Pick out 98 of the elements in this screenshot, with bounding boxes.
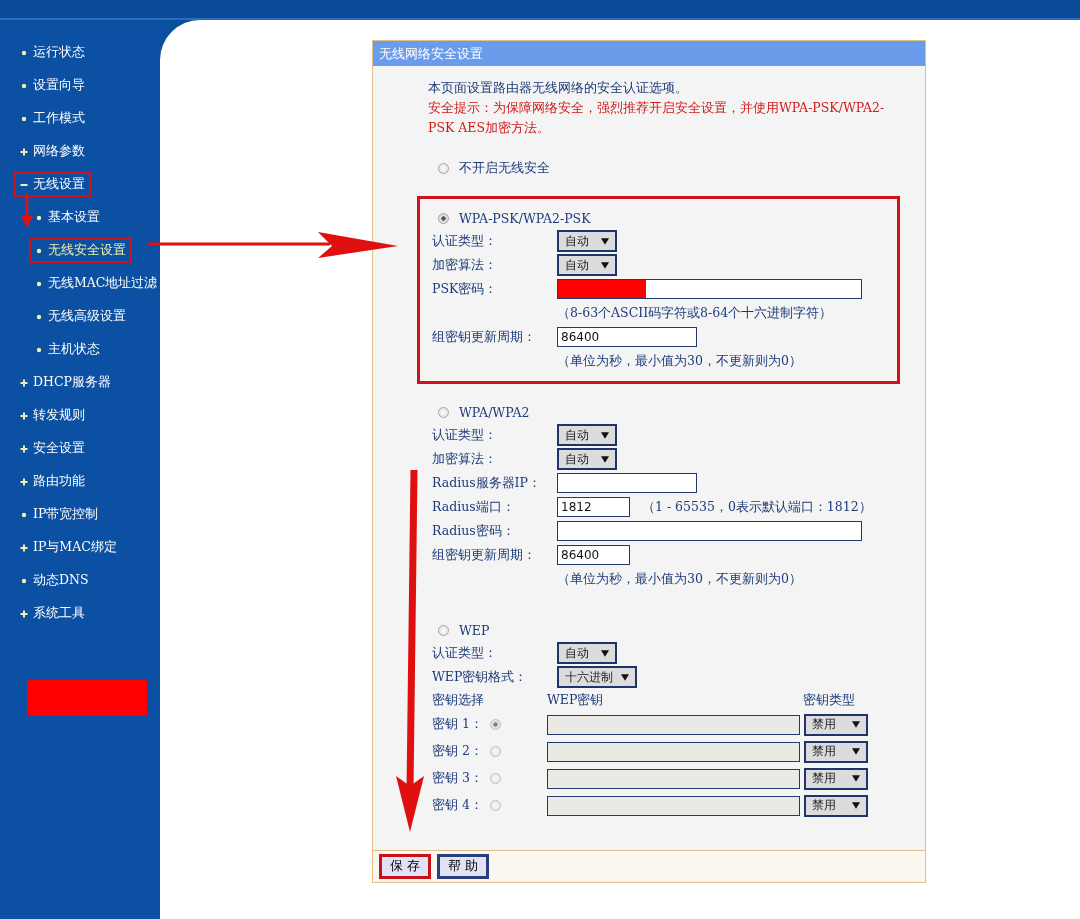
hint-text: （单位为秒，最小值为30，不更新则为0） (557, 352, 802, 370)
warning-text: 安全提示：为保障网络安全，强烈推荐开启安全设置，并使用WPA-PSK/WPA2-PSK AES加密方法。 (428, 99, 886, 137)
dropdown[interactable]: 十六进制 (557, 666, 637, 688)
radio-button[interactable] (438, 212, 449, 224)
bullet-icon (35, 345, 43, 354)
bullet-icon (20, 81, 28, 90)
input-field[interactable] (557, 521, 862, 541)
dropdown[interactable]: 自动 (557, 424, 617, 446)
option-label: WEP (459, 622, 490, 638)
input-field[interactable]: 86400 (557, 545, 630, 565)
field-label: Radius密码： (432, 522, 516, 540)
hint-text: （单位为秒，最小值为30，不更新则为0） (557, 570, 802, 588)
dropdown[interactable]: 自动 (557, 642, 617, 664)
bullet-icon (20, 510, 28, 519)
plus-icon (20, 147, 28, 156)
column-header: WEP密钥 (547, 691, 605, 709)
input-field[interactable] (557, 473, 697, 493)
caret-icon (852, 721, 860, 728)
plus-icon (20, 411, 28, 420)
bullet-icon (20, 48, 28, 57)
sidebar-item[interactable]: 无线设置 (14, 172, 91, 197)
caret-icon (852, 775, 860, 782)
caret-icon (601, 237, 609, 245)
plus-icon (20, 477, 28, 486)
plus-icon (20, 543, 28, 552)
hint-text: （8-63个ASCII码字符或8-64个十六进制字符） (557, 304, 833, 322)
option-label: WPA-PSK/WPA2-PSK (459, 210, 591, 226)
field-label: Radius端口： (432, 498, 516, 516)
sidebar-subitem[interactable]: 主机状态 (29, 337, 106, 362)
radio-button[interactable] (438, 162, 449, 174)
sidebar-item[interactable]: IP带宽控制 (14, 502, 105, 527)
sidebar-item[interactable]: 工作模式 (14, 106, 91, 131)
caret-icon (852, 748, 860, 755)
key-label: 密钥 2： (432, 743, 484, 760)
bullet-icon (35, 279, 43, 288)
field-label: Radius服务器IP： (432, 474, 542, 492)
field-label: 组密钥更新周期： (432, 328, 537, 346)
caret-icon (601, 431, 609, 439)
plus-icon (20, 444, 28, 453)
radio-button[interactable] (438, 406, 449, 418)
bullet-icon (35, 213, 43, 222)
input-field[interactable] (557, 279, 862, 299)
plus-icon (20, 378, 28, 387)
sidebar-subitem[interactable]: 无线安全设置 (29, 238, 132, 263)
option-label: WPA/WPA2 (459, 404, 530, 420)
caret-icon (601, 649, 609, 657)
dropdown[interactable]: 自动 (557, 448, 617, 470)
caret-icon (601, 261, 609, 269)
sidebar-item[interactable]: IP与MAC绑定 (14, 535, 123, 560)
input-field[interactable] (547, 795, 800, 816)
arrow (21, 194, 33, 228)
key-label: 密钥 3： (432, 770, 484, 787)
input-field[interactable]: 1812 (557, 497, 630, 517)
input-field[interactable]: 86400 (557, 327, 697, 347)
radio-button[interactable] (438, 624, 449, 636)
bullet-icon (20, 576, 28, 585)
key-label: 密钥 1： (432, 716, 484, 733)
key-label: 密钥 4： (432, 797, 484, 814)
dropdown[interactable]: 自动 (557, 254, 617, 276)
sidebar-item[interactable]: 运行状态 (14, 40, 91, 65)
sidebar-item[interactable]: 系统工具 (14, 601, 91, 626)
field-label: 认证类型： (432, 232, 498, 250)
sidebar-item[interactable]: 路由功能 (14, 469, 91, 494)
field-label: WEP密钥格式： (432, 668, 529, 686)
input-field[interactable] (547, 768, 800, 789)
sidebar-item[interactable]: 转发规则 (14, 403, 91, 428)
column-header: 密钥类型 (803, 691, 855, 709)
column-header: 密钥选择 (432, 691, 485, 709)
field-label: 加密算法： (432, 450, 498, 468)
field-label: 组密钥更新周期： (432, 546, 537, 564)
field-label: 认证类型： (432, 426, 498, 444)
sidebar-subitem[interactable]: 无线MAC地址过滤 (29, 271, 164, 296)
sidebar-subitem[interactable]: 基本设置 (29, 205, 106, 230)
sidebar-item[interactable]: 设置向导 (14, 73, 91, 98)
input-field[interactable] (547, 741, 800, 762)
bullet-icon (20, 114, 28, 123)
bullet-icon (35, 246, 43, 255)
sidebar-item[interactable]: 动态DNS (14, 568, 95, 593)
sidebar-item[interactable]: 安全设置 (14, 436, 91, 461)
field-label: PSK密码： (432, 280, 499, 298)
panel-title: 无线网络安全设置 (373, 41, 925, 66)
bullet-icon (35, 312, 43, 321)
caret-icon (621, 673, 629, 681)
sidebar-subitem[interactable]: 无线高级设置 (29, 304, 132, 329)
option-label: 不开启无线安全 (459, 159, 550, 177)
form-button[interactable]: 帮 助 (437, 854, 489, 879)
caret-icon (601, 455, 609, 463)
intro-text: 本页面设置路由器无线网络的安全认证选项。 (428, 79, 689, 97)
sidebar-item[interactable]: DHCP服务器 (14, 370, 117, 395)
field-label: 认证类型： (432, 644, 498, 662)
hint-text: （1 - 65535，0表示默认端口：1812） (642, 498, 872, 516)
caret-icon (852, 802, 860, 809)
form-button[interactable]: 保 存 (379, 854, 431, 879)
dropdown[interactable]: 自动 (557, 230, 617, 252)
plus-icon (20, 609, 28, 618)
input-field[interactable] (547, 714, 800, 735)
sidebar-item[interactable]: 网络参数 (14, 139, 91, 164)
field-label: 加密算法： (432, 256, 498, 274)
